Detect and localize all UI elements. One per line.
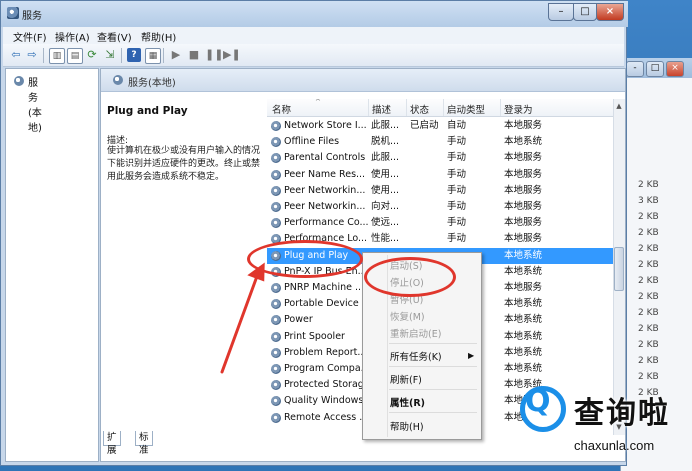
context-refresh[interactable]: 刷新(F) xyxy=(390,372,422,386)
context-all-tasks[interactable]: 所有任务(K) xyxy=(390,349,442,363)
menu-separator xyxy=(389,366,477,367)
context-properties[interactable]: 属性(R) xyxy=(390,395,425,409)
watermark-brand: 查询啦 xyxy=(574,396,670,431)
context-resume[interactable]: 恢复(M) xyxy=(390,309,425,323)
watermark-url: chaxunla.com xyxy=(574,438,655,453)
watermark-logo-q-icon: Q xyxy=(525,384,551,419)
annotation-circle-start-stop xyxy=(364,257,456,297)
menu-separator xyxy=(389,412,477,413)
context-help[interactable]: 帮助(H) xyxy=(390,419,424,433)
menu-separator xyxy=(389,389,477,390)
watermark: Q 查询啦 chaxunla.com xyxy=(512,378,692,471)
annotation-arrow xyxy=(220,262,265,374)
context-restart[interactable]: 重新启动(E) xyxy=(390,326,441,340)
menu-separator xyxy=(389,343,477,344)
annotation-circle-selected-service xyxy=(247,240,363,278)
submenu-arrow-icon: ▶ xyxy=(468,351,475,360)
